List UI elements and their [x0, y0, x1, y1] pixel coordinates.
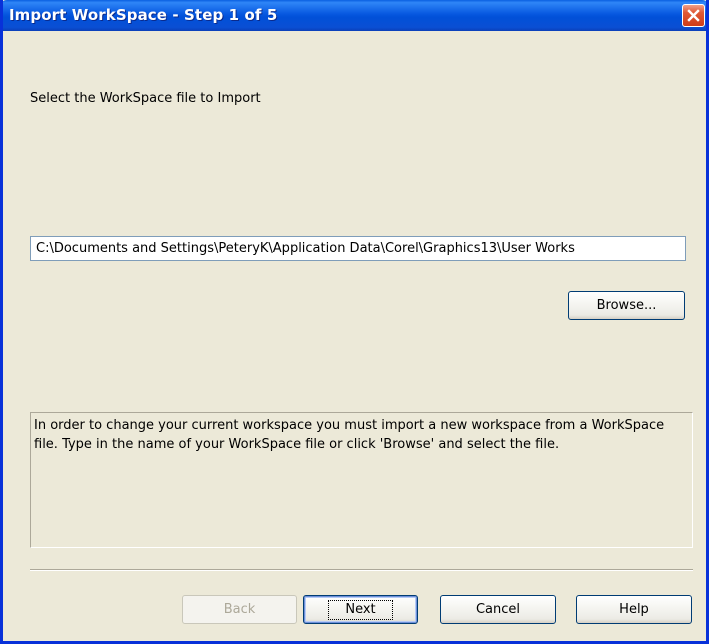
cancel-button[interactable]: Cancel [440, 595, 556, 624]
next-button-label: Next [328, 600, 393, 620]
info-panel: In order to change your current workspac… [30, 412, 693, 548]
import-workspace-dialog: Import WorkSpace - Step 1 of 5 Select th… [0, 0, 709, 644]
browse-button-label: Browse... [596, 298, 657, 313]
workspace-file-path-input[interactable] [30, 236, 686, 261]
next-button[interactable]: Next [303, 595, 418, 624]
dialog-title: Import WorkSpace - Step 1 of 5 [9, 6, 278, 24]
separator [30, 569, 693, 571]
back-button-label: Back [223, 602, 256, 617]
title-bar[interactable]: Import WorkSpace - Step 1 of 5 [3, 0, 706, 31]
close-icon [687, 9, 700, 22]
info-text: In order to change your current workspac… [34, 418, 665, 452]
dialog-content: Select the WorkSpace file to Import Brow… [3, 31, 706, 641]
close-button[interactable] [682, 4, 705, 27]
help-button-label: Help [619, 602, 649, 617]
back-button[interactable]: Back [182, 595, 297, 624]
select-file-prompt: Select the WorkSpace file to Import [30, 91, 261, 106]
cancel-button-label: Cancel [475, 602, 521, 617]
browse-button[interactable]: Browse... [568, 291, 685, 320]
help-button[interactable]: Help [576, 595, 692, 624]
